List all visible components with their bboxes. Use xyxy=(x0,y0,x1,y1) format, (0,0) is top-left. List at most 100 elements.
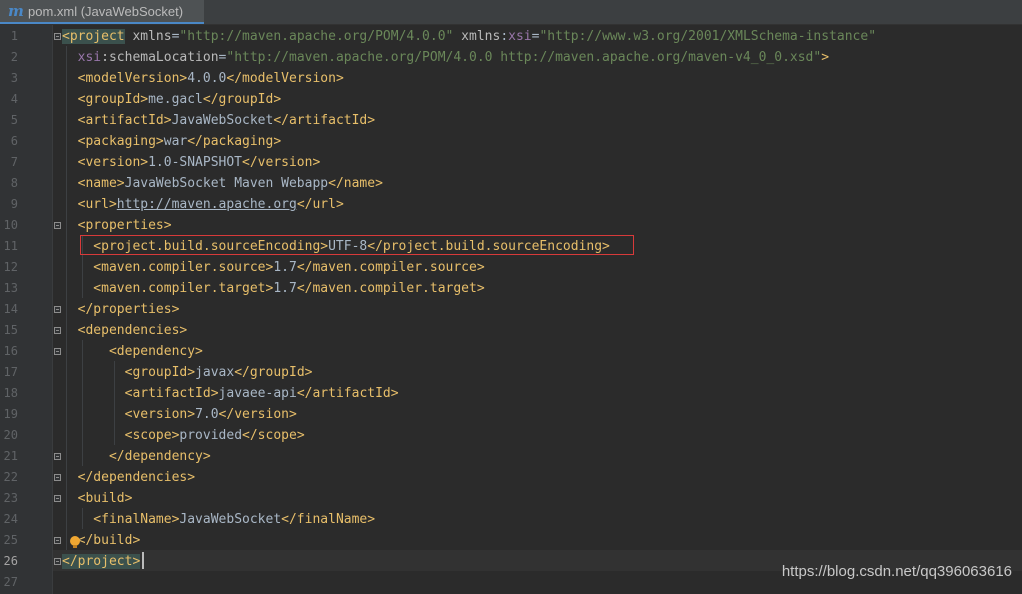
code-token: </artifactId> xyxy=(296,386,399,401)
code-line[interactable]: <maven.compiler.source>1.7</maven.compil… xyxy=(62,257,484,278)
fold-marker-project[interactable] xyxy=(54,33,61,40)
fold-marker-dependency[interactable] xyxy=(54,348,61,355)
code-token: </scope> xyxy=(242,428,305,443)
line-number: 14 xyxy=(3,302,18,316)
code-token: JavaWebSocket xyxy=(171,113,274,128)
code-token: javaee-api xyxy=(218,386,297,401)
line-number: 26 xyxy=(3,554,18,568)
line-number: 13 xyxy=(3,281,18,295)
line-number: 25 xyxy=(3,533,18,547)
gutter-separator xyxy=(52,25,53,594)
line-number: 6 xyxy=(10,134,18,148)
line-number: 19 xyxy=(3,407,18,421)
code-line[interactable]: </dependencies> xyxy=(62,467,195,488)
code-token: xsi xyxy=(508,29,532,44)
code-token: <finalName> xyxy=(62,512,180,527)
fold-marker-project-end[interactable] xyxy=(54,558,61,565)
code-token: war xyxy=(163,134,188,149)
code-line[interactable]: <version>1.0-SNAPSHOT</version> xyxy=(62,152,321,173)
code-line[interactable]: <version>7.0</version> xyxy=(62,404,297,425)
code-token: <artifactId> xyxy=(62,386,219,401)
line-number: 21 xyxy=(3,449,18,463)
fold-marker-dependencies-end[interactable] xyxy=(54,474,61,481)
code-line[interactable]: <packaging>war</packaging> xyxy=(62,131,282,152)
code-link[interactable]: http://maven.apache.org xyxy=(117,197,297,212)
code-token: <properties> xyxy=(62,218,172,233)
indent-guide xyxy=(66,46,67,550)
code-token: xmlns xyxy=(124,29,172,44)
code-token: provided xyxy=(179,428,243,443)
lightbulb-icon[interactable] xyxy=(70,536,80,548)
code-line[interactable]: <url>http://maven.apache.org</url> xyxy=(62,194,344,215)
line-number: 27 xyxy=(3,575,18,589)
code-line[interactable]: <artifactId>javaee-api</artifactId> xyxy=(62,383,399,404)
code-line[interactable]: <name>JavaWebSocket Maven Webapp</name> xyxy=(62,173,383,194)
code-token: </version> xyxy=(218,407,297,422)
tab-title: pom.xml (JavaWebSocket) xyxy=(28,3,184,19)
code-token: </packaging> xyxy=(187,134,282,149)
code-line[interactable]: <properties> xyxy=(62,215,172,236)
fold-marker-properties[interactable] xyxy=(54,222,61,229)
code-line[interactable]: </project> xyxy=(62,551,141,572)
watermark: https://blog.csdn.net/qq396063616 xyxy=(781,563,1012,580)
code-token: 1.0-SNAPSHOT xyxy=(148,155,243,170)
annotation-highlight-box xyxy=(80,235,634,255)
fold-marker-dependencies[interactable] xyxy=(54,327,61,334)
line-number: 12 xyxy=(3,260,18,274)
line-number: 16 xyxy=(3,344,18,358)
code-line[interactable]: <artifactId>JavaWebSocket</artifactId> xyxy=(62,110,375,131)
code-line[interactable]: <groupId>me.gacl</groupId> xyxy=(62,89,282,110)
code-line[interactable]: <modelVersion>4.0.0</modelVersion> xyxy=(62,68,344,89)
line-number: 8 xyxy=(10,176,18,190)
fold-marker-properties-end[interactable] xyxy=(54,306,61,313)
code-token: <url> xyxy=(62,197,117,212)
line-number: 15 xyxy=(3,323,18,337)
code-line[interactable]: <dependency> xyxy=(62,341,203,362)
code-token: </name> xyxy=(328,176,383,191)
code-token: </maven.compiler.target> xyxy=(296,281,485,296)
maven-m-icon: m xyxy=(8,1,24,20)
code-line[interactable]: </dependency> xyxy=(62,446,211,467)
code-line[interactable]: <project xmlns="http://maven.apache.org/… xyxy=(62,26,876,47)
text-caret xyxy=(142,552,144,569)
code-token: </dependency> xyxy=(62,449,211,464)
indent-guide xyxy=(114,361,115,445)
code-line[interactable]: </properties> xyxy=(62,299,180,320)
code-line[interactable]: <groupId>javax</groupId> xyxy=(62,362,313,383)
fold-marker-build[interactable] xyxy=(54,495,61,502)
line-number: 4 xyxy=(10,92,18,106)
code-token: > xyxy=(821,50,830,65)
code-token: <version> xyxy=(62,155,149,170)
code-line[interactable]: xsi:schemaLocation="http://maven.apache.… xyxy=(62,47,829,68)
code-line[interactable]: <finalName>JavaWebSocket</finalName> xyxy=(62,509,375,530)
code-line[interactable]: <scope>provided</scope> xyxy=(62,425,305,446)
code-token: "http://maven.apache.org/POM/4.0.0 http:… xyxy=(226,50,822,65)
indent-guide xyxy=(82,340,83,466)
code-token: <build> xyxy=(62,491,133,506)
line-number: 3 xyxy=(10,71,18,85)
code-token: <artifactId> xyxy=(62,113,172,128)
code-token: <maven.compiler.source> xyxy=(62,260,274,275)
code-token: </url> xyxy=(296,197,344,212)
code-token: 1.7 xyxy=(273,281,297,296)
line-number: 5 xyxy=(10,113,18,127)
code-token: </project> xyxy=(62,554,141,569)
code-token: <name> xyxy=(62,176,125,191)
line-number: 1 xyxy=(10,29,18,43)
code-line[interactable]: <maven.compiler.target>1.7</maven.compil… xyxy=(62,278,485,299)
line-number: 2 xyxy=(10,50,18,64)
code-token: </version> xyxy=(242,155,321,170)
fold-marker-dependency-end[interactable] xyxy=(54,453,61,460)
tab-pom-xml[interactable]: m pom.xml (JavaWebSocket) xyxy=(0,0,204,24)
code-token: xsi xyxy=(62,50,102,65)
code-token: </finalName> xyxy=(281,512,376,527)
line-number: 7 xyxy=(10,155,18,169)
code-token: xmlns xyxy=(453,29,501,44)
code-token: </groupId> xyxy=(202,92,282,107)
code-token: JavaWebSocket xyxy=(179,512,282,527)
fold-marker-build-end[interactable] xyxy=(54,537,61,544)
code-line[interactable]: <dependencies> xyxy=(62,320,188,341)
code-line[interactable]: <build> xyxy=(62,488,133,509)
code-token: <project xyxy=(62,29,125,44)
line-number: 22 xyxy=(3,470,18,484)
